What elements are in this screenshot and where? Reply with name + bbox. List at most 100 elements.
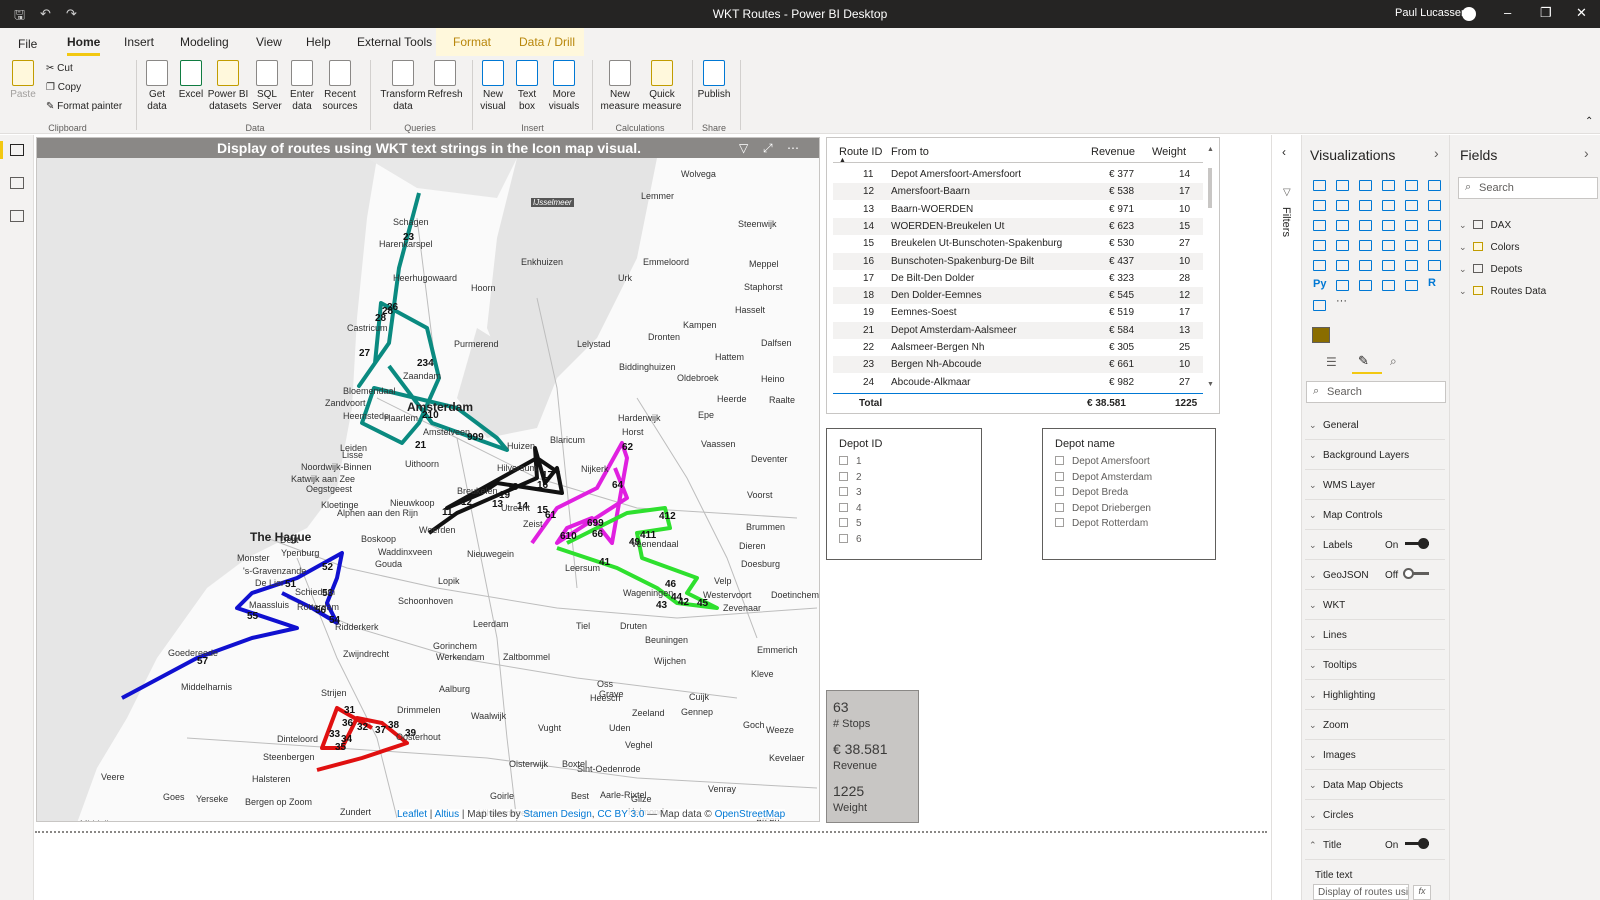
depot-name-slicer[interactable]: Depot name Depot Amersfoort Depot Amsterd…	[1042, 428, 1216, 560]
conditional-format-fx-button[interactable]: fx	[1413, 885, 1431, 900]
format-section-general[interactable]: ⌄ General	[1305, 412, 1445, 440]
table-row[interactable]: 21 Depot Amsterdam-Aalsmeer € 584 13	[833, 321, 1203, 339]
fields-search-input[interactable]: ⌕ Search	[1458, 177, 1598, 199]
filter-icon[interactable]: ▽	[739, 141, 748, 155]
analytics-icon[interactable]: ⌕	[1390, 354, 1397, 369]
stamen-link[interactable]: Stamen Design	[523, 809, 591, 820]
stacked-column-visual-icon[interactable]	[1336, 180, 1349, 191]
checkbox[interactable]	[839, 518, 848, 527]
more-options-icon[interactable]: ⋯	[787, 141, 799, 155]
get-data-button[interactable]: Get data	[140, 60, 174, 113]
chevron-down-icon[interactable]: ⌄	[1459, 220, 1467, 230]
decomposition-visual-icon[interactable]	[1359, 280, 1372, 291]
route-driebergen-magenta[interactable]	[530, 441, 629, 545]
matrix-visual-icon[interactable]	[1405, 260, 1418, 271]
enter-data-button[interactable]: Enter data	[287, 60, 317, 113]
fields-well-icon[interactable]: ☰	[1326, 355, 1337, 369]
clustered-bar-visual-icon[interactable]	[1359, 180, 1372, 191]
table-row[interactable]: 14 WOERDEN-Breukelen Ut € 623 15	[833, 217, 1203, 235]
chevron-down-icon[interactable]: ⌄	[1459, 286, 1467, 296]
leaflet-link[interactable]: Leaflet	[397, 809, 427, 820]
stacked-bar-visual-icon[interactable]	[1313, 180, 1326, 191]
shape-map-visual-icon[interactable]	[1359, 240, 1372, 251]
checkbox[interactable]	[839, 456, 848, 465]
table-row[interactable]: 13 Baarn-WOERDEN € 971 10	[833, 201, 1203, 218]
power-bi-datasets-button[interactable]: Power BI datasets	[207, 60, 249, 113]
kpi-visual-icon[interactable]	[1336, 260, 1349, 271]
toggle-switch[interactable]	[1405, 838, 1429, 849]
slicer-item[interactable]: Depot Amersfoort	[1055, 456, 1150, 467]
format-section-wms-layer[interactable]: ⌄ WMS Layer	[1305, 472, 1445, 500]
icon-map-visual[interactable]: 23 26 28 27 234 210 21 999 28 11 12 13 14 15 16 17 18 19 6…	[36, 137, 820, 822]
100-column-visual-icon[interactable]	[1428, 180, 1441, 191]
routes-table-visual[interactable]: Route ID ▲ From to Revenue Weight 11 Depo…	[826, 137, 1220, 414]
format-section-lines[interactable]: ⌄ Lines	[1305, 622, 1445, 650]
key-influencers-visual-icon[interactable]	[1336, 280, 1349, 291]
chevron-down-icon[interactable]: ⌄	[1459, 264, 1467, 274]
table-row[interactable]: 22 Aalsmeer-Bergen Nh € 305 25	[833, 339, 1203, 356]
card-visual-icon[interactable]	[1428, 240, 1441, 251]
more-visuals-button[interactable]: More visuals	[544, 60, 584, 113]
slicer-item[interactable]: 5	[839, 518, 862, 529]
slicer-item[interactable]: Depot Driebergen	[1055, 502, 1151, 514]
publish-button[interactable]: Publish	[696, 60, 732, 101]
multi-row-card[interactable]: 63 # Stops € 38.581 Revenue 1225 Weight	[826, 690, 919, 823]
new-measure-button[interactable]: New measure	[598, 60, 642, 113]
funnel-visual-icon[interactable]	[1336, 220, 1349, 231]
restore-icon[interactable]: ❐	[1540, 5, 1552, 21]
excel-button[interactable]: Excel	[176, 60, 206, 101]
format-section-labels[interactable]: ⌄ Labels On	[1305, 532, 1445, 560]
checkbox[interactable]	[1055, 456, 1064, 465]
close-icon[interactable]: ✕	[1576, 5, 1587, 21]
pie-visual-icon[interactable]	[1382, 220, 1395, 231]
ribbon-visual-icon[interactable]	[1428, 200, 1441, 211]
slicer-item[interactable]: 6	[839, 533, 862, 545]
100-bar-visual-icon[interactable]	[1405, 180, 1418, 191]
column-header-revenue[interactable]: Revenue	[1091, 146, 1135, 158]
tab-insert[interactable]: Insert	[124, 35, 154, 49]
data-view-icon[interactable]	[10, 177, 24, 189]
format-section-images[interactable]: ⌄ Images	[1305, 742, 1445, 770]
tab-help[interactable]: Help	[306, 35, 331, 49]
collapse-fields-icon[interactable]: ›	[1584, 145, 1589, 161]
python-visual-icon[interactable]: Py	[1313, 278, 1326, 290]
checkbox[interactable]	[1055, 502, 1064, 512]
tab-external-tools[interactable]: External Tools	[357, 35, 432, 49]
checkbox[interactable]	[1055, 487, 1064, 496]
table-visual-icon[interactable]	[1382, 260, 1395, 271]
new-visual-button[interactable]: New visual	[477, 60, 509, 113]
column-header-weight[interactable]: Weight	[1152, 146, 1186, 158]
table-row[interactable]: 17 De Bilt-Den Dolder € 323 28	[833, 270, 1203, 287]
checkbox[interactable]	[839, 487, 848, 496]
multirow-card-visual-icon[interactable]	[1313, 260, 1326, 271]
table-scrollbar-thumb[interactable]	[1208, 168, 1212, 208]
format-section-tooltips[interactable]: ⌄ Tooltips	[1305, 652, 1445, 680]
column-header-from-to[interactable]: From to	[891, 146, 929, 158]
clustered-column-visual-icon[interactable]	[1382, 180, 1395, 191]
checkbox[interactable]	[839, 471, 848, 481]
cut-button[interactable]: ✂ Cut	[46, 63, 73, 74]
format-search-input[interactable]: ⌕ Search	[1306, 381, 1446, 403]
waterfall-visual-icon[interactable]	[1313, 220, 1326, 231]
tab-modeling[interactable]: Modeling	[180, 35, 229, 49]
report-view-icon[interactable]	[10, 144, 24, 156]
collapse-ribbon-icon[interactable]: ⌃	[1585, 116, 1593, 127]
expand-filters-icon[interactable]: ‹	[1282, 145, 1286, 159]
checkbox[interactable]	[839, 533, 848, 543]
gauge-visual-icon[interactable]	[1405, 240, 1418, 251]
map-visual-icon[interactable]	[1313, 240, 1326, 251]
format-section-geojson[interactable]: ⌄ GeoJSON Off	[1305, 562, 1445, 590]
format-paint-roller-icon[interactable]: ✎	[1358, 353, 1369, 369]
slicer-visual-icon[interactable]	[1359, 260, 1372, 271]
toggle-switch[interactable]	[1403, 568, 1429, 579]
text-box-button[interactable]: Text box	[512, 60, 542, 113]
table-row[interactable]: 19 Eemnes-Soest € 519 17	[833, 304, 1203, 321]
toggle-switch[interactable]	[1405, 538, 1429, 549]
tab-file[interactable]: File	[18, 37, 37, 51]
sql-server-button[interactable]: SQL Server	[250, 60, 284, 113]
table-row[interactable]: 12 Amersfoort-Baarn € 538 17	[833, 183, 1203, 201]
field-table[interactable]: ⌄ Routes Data	[1459, 286, 1546, 297]
checkbox[interactable]	[1055, 518, 1064, 527]
tab-home[interactable]: Home	[67, 35, 101, 56]
table-row[interactable]: 11 Depot Amersfoort-Amersfoort € 377 14	[833, 166, 1203, 183]
